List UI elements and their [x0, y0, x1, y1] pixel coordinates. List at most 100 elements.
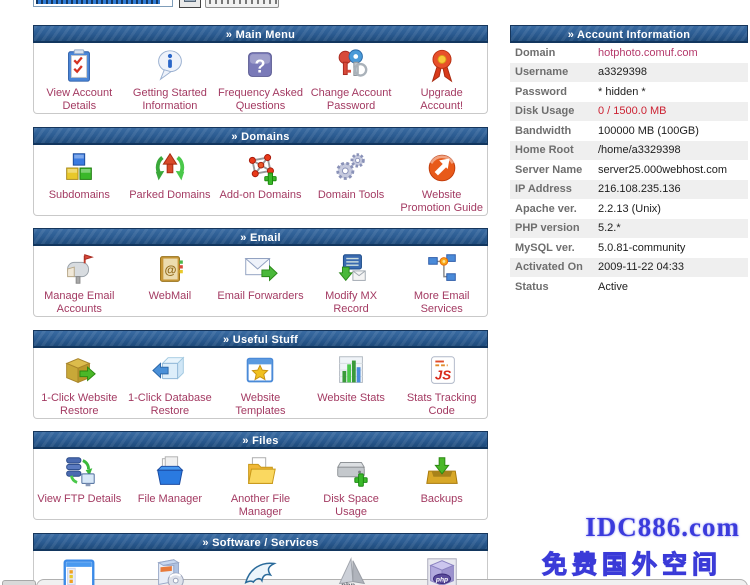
section-software-services: » Software / Servicesphpphp	[33, 533, 488, 585]
menu-item-label: Change Account Password	[306, 87, 397, 113]
envelope-forward-icon	[215, 250, 306, 290]
account-row-value[interactable]: hotphoto.comuf.com	[598, 47, 698, 59]
section-title: » Domains	[231, 131, 289, 143]
section-body: View FTP DetailsFile ManagerAnother File…	[33, 449, 488, 520]
account-row-label: Server Name	[510, 164, 598, 176]
server-envelope-icon	[306, 250, 397, 290]
menu-item-stats-tracking-code[interactable]: JS Stats Tracking Code	[396, 348, 487, 418]
menu-item-frequency-asked-questions[interactable]: ? Frequency Asked Questions	[215, 43, 306, 113]
account-row-value: server25.000webhost.com	[598, 164, 727, 176]
info-bubble-icon	[125, 47, 216, 87]
account-row-username: Usernamea3329398	[510, 63, 748, 83]
domain-input[interactable]	[33, 0, 173, 7]
menu-item-backups[interactable]: Backups	[396, 449, 487, 506]
account-row-domain: Domainhotphoto.comuf.com	[510, 43, 748, 63]
account-row-value: 2.2.13 (Unix)	[598, 203, 661, 215]
flowchart-icon	[396, 250, 487, 290]
menu-item-change-account-password[interactable]: Change Account Password	[306, 43, 397, 113]
section-title: » Files	[242, 435, 278, 447]
account-row-label: Apache ver.	[510, 203, 598, 215]
section-files: » Files View FTP DetailsFile ManagerAnoth…	[33, 431, 488, 520]
section-header: » Domains	[33, 127, 488, 145]
menu-item-label: Backups	[396, 493, 487, 506]
account-information-panel: » Account Information Domainhotphoto.com…	[510, 25, 748, 297]
account-row-value: 2009-11-22 04:33	[598, 261, 684, 273]
box-arrow-right-icon	[34, 352, 125, 392]
menu-item-label: WebMail	[125, 290, 216, 303]
svg-text:?: ?	[255, 57, 266, 77]
menu-item-website-promotion-guide[interactable]: Website Promotion Guide	[396, 145, 487, 215]
question-square-icon: ?	[215, 47, 306, 87]
account-row-label: PHP version	[510, 222, 598, 234]
watermark-chinese-text: 免费国外空间	[542, 545, 722, 581]
menu-item-more-email-services[interactable]: More Email Services	[396, 246, 487, 316]
menu-item-modify-mx-record[interactable]: Modify MX Record	[306, 246, 397, 316]
menu-item-label: 1-Click Website Restore	[34, 392, 125, 418]
file-box-icon	[125, 453, 216, 493]
menu-item-view-ftp-details[interactable]: View FTP Details	[34, 449, 125, 506]
cube-arrow-left-icon	[125, 352, 216, 392]
recycle-arrows-icon	[125, 149, 216, 189]
menu-item-label: Email Forwarders	[215, 290, 306, 303]
account-row-value: 100000 MB (100GB)	[598, 125, 699, 137]
account-row-apache-ver: Apache ver.2.2.13 (Unix)	[510, 199, 748, 219]
account-row-value: 216.108.235.136	[598, 183, 681, 195]
menu-item-domain-tools[interactable]: Domain Tools	[306, 145, 397, 202]
menu-item-label: Website Promotion Guide	[396, 189, 487, 215]
section-title: » Main Menu	[226, 29, 295, 41]
section-title: » Email	[240, 232, 281, 244]
svg-text:php: php	[435, 577, 448, 584]
menu-item-website-templates[interactable]: Website Templates	[215, 348, 306, 418]
bottom-left-tab	[2, 580, 36, 585]
account-row-disk-usage: Disk Usage0 / 1500.0 MB	[510, 102, 748, 122]
menu-item-1-click-database-restore[interactable]: 1-Click Database Restore	[125, 348, 216, 418]
section-header: » Email	[33, 228, 488, 246]
menu-item-app-window[interactable]	[34, 551, 125, 585]
menu-item-mysql-dolphin[interactable]	[215, 551, 306, 585]
account-row-value: 5.0.81-community	[598, 242, 685, 254]
section-main-menu: » Main Menu View Account DetailsGetting S…	[33, 25, 488, 114]
account-row-value: 5.2.*	[598, 222, 621, 234]
menu-item-software-box-cd[interactable]	[125, 551, 216, 585]
menu-item-phpmyadmin-sail[interactable]: php	[306, 551, 397, 585]
menu-item-label: Parked Domains	[125, 189, 216, 202]
go-button[interactable]	[179, 0, 201, 8]
menu-item-view-account-details[interactable]: View Account Details	[34, 43, 125, 113]
keys-icon	[306, 47, 397, 87]
menu-item-manage-email-accounts[interactable]: Manage Email Accounts	[34, 246, 125, 316]
menu-item-parked-domains[interactable]: Parked Domains	[125, 145, 216, 202]
software-box-cd-icon	[125, 555, 216, 585]
menu-item-email-forwarders[interactable]: Email Forwarders	[215, 246, 306, 303]
menu-item-label: Frequency Asked Questions	[215, 87, 306, 113]
account-row-label: Username	[510, 66, 598, 78]
menu-item-label: Another File Manager	[215, 493, 306, 519]
account-row-value: a3329398	[598, 66, 647, 78]
menu-item-file-manager[interactable]: File Manager	[125, 449, 216, 506]
menu-item-subdomains[interactable]: Subdomains	[34, 145, 125, 202]
menu-item-getting-started-information[interactable]: Getting Started Information	[125, 43, 216, 113]
cubes-icon	[34, 149, 125, 189]
menu-item-website-stats[interactable]: Website Stats	[306, 348, 397, 405]
menu-item-webmail[interactable]: @WebMail	[125, 246, 216, 303]
ftp-server-icon	[34, 453, 125, 493]
account-information-title: » Account Information	[568, 29, 691, 41]
account-row-password: Password* hidden *	[510, 82, 748, 102]
menu-item-label: Stats Tracking Code	[396, 392, 487, 418]
menu-item-add-on-domains[interactable]: Add-on Domains	[215, 145, 306, 202]
account-row-activated-on: Activated On2009-11-22 04:33	[510, 258, 748, 278]
create-new-button[interactable]	[205, 0, 279, 8]
menu-item-another-file-manager[interactable]: Another File Manager	[215, 449, 306, 519]
menu-item-label: Website Templates	[215, 392, 306, 418]
menu-item-upgrade-account[interactable]: Upgrade Account!	[396, 43, 487, 113]
menu-item-1-click-website-restore[interactable]: 1-Click Website Restore	[34, 348, 125, 418]
account-row-label: MySQL ver.	[510, 242, 598, 254]
menu-item-label: Disk Space Usage	[306, 493, 397, 519]
menu-item-disk-space-usage[interactable]: Disk Space Usage	[306, 449, 397, 519]
menu-item-php-cube[interactable]: php	[396, 551, 487, 585]
section-body: 1-Click Website Restore1-Click Database …	[33, 348, 488, 419]
section-email: » Email Manage Email Accounts@WebMailEmai…	[33, 228, 488, 317]
menu-item-label: Website Stats	[306, 392, 397, 405]
menu-item-label: Upgrade Account!	[396, 87, 487, 113]
menu-item-label: File Manager	[125, 493, 216, 506]
svg-text:JS: JS	[434, 368, 450, 383]
